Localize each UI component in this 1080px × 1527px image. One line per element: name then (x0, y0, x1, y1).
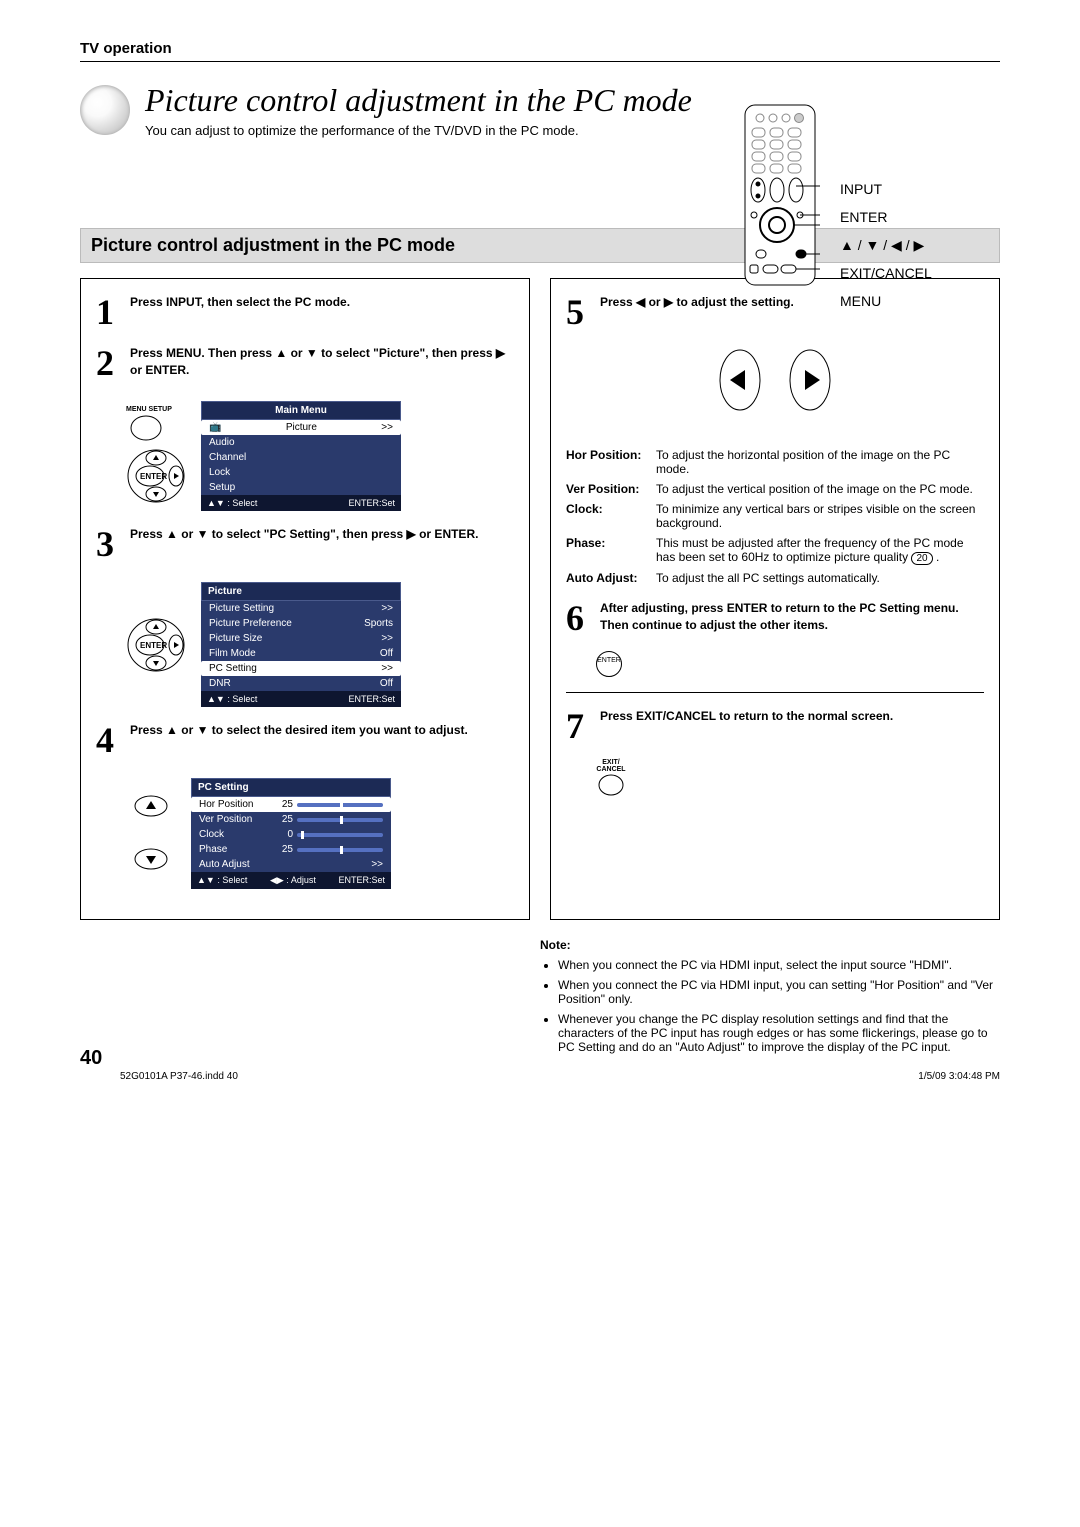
page-subtitle: You can adjust to optimize the performan… (145, 123, 692, 138)
step-2: Press MENU. Then press ▲ or ▼ to select … (130, 345, 514, 379)
def-phase-label: Phase: (566, 536, 656, 565)
remote-label-enter: ENTER (840, 203, 932, 231)
def-ver-label: Ver Position: (566, 482, 656, 496)
exit-cancel-label: EXIT/ CANCEL (596, 759, 626, 773)
note-1: When you connect the PC via HDMI input, … (558, 958, 1000, 972)
menu-item-lock: Lock (209, 467, 230, 478)
step-4: Press ▲ or ▼ to select the desired item … (130, 722, 514, 739)
picture-menu-osd: Picture Picture Setting>> Picture Prefer… (201, 582, 401, 707)
enter-label: ENTER (140, 641, 167, 650)
step-3: Press ▲ or ▼ to select "PC Setting", the… (130, 526, 514, 543)
exit-button-icon (596, 773, 626, 797)
def-clock-label: Clock: (566, 502, 656, 530)
step-1: Press INPUT, then select the PC mode. (130, 294, 514, 311)
left-right-buttons-icon (705, 345, 845, 415)
menu-item-channel: Channel (209, 452, 246, 463)
note-heading: Note: (540, 938, 1000, 952)
def-auto-text: To adjust the all PC settings automatica… (656, 571, 984, 585)
up-button-icon (126, 791, 176, 821)
step-6: After adjusting, press ENTER to return t… (600, 600, 984, 634)
remote-diagram: INPUT ENTER ▲ / ▼ / ◀ / ▶ EXIT/CANCEL ME… (740, 100, 1000, 293)
decorative-sphere (80, 85, 130, 135)
page-number: 40 (80, 1047, 102, 1070)
def-ver-text: To adjust the vertical position of the i… (656, 482, 984, 496)
def-clock-text: To minimize any vertical bars or stripes… (656, 502, 984, 530)
note-2: When you connect the PC via HDMI input, … (558, 978, 1000, 1006)
note-3: Whenever you change the PC display resol… (558, 1012, 1000, 1054)
footer-file: 52G0101A P37-46.indd 40 (120, 1071, 238, 1082)
menu-item-picture: Picture (286, 422, 317, 433)
def-auto-label: Auto Adjust: (566, 571, 656, 585)
def-phase-text: This must be adjusted after the frequenc… (656, 536, 984, 565)
def-hor-label: Hor Position: (566, 448, 656, 476)
def-hor-text: To adjust the horizontal position of the… (656, 448, 984, 476)
enter-label: ENTER (140, 472, 167, 481)
menu-setup-label: MENU SETUP (126, 406, 186, 413)
menu-item-audio: Audio (209, 437, 235, 448)
footer-timestamp: 1/5/09 3:04:48 PM (918, 1071, 1000, 1082)
page-title: Picture control adjustment in the PC mod… (145, 82, 692, 119)
main-menu-osd: Main Menu 📺Picture>> Audio Channel Lock … (201, 401, 401, 511)
menu-item-setup: Setup (209, 482, 235, 493)
enter-button-icon: ENTER (596, 651, 622, 677)
remote-label-arrows: ▲ / ▼ / ◀ / ▶ (840, 231, 932, 259)
menu-button-icon (126, 413, 166, 443)
remote-label-menu: MENU (840, 287, 932, 315)
step-7: Press EXIT/CANCEL to return to the norma… (600, 708, 984, 725)
down-button-icon (126, 844, 176, 874)
remote-label-exit: EXIT/CANCEL (840, 259, 932, 287)
main-menu-title: Main Menu (201, 401, 401, 420)
section-header: TV operation (80, 40, 1000, 62)
remote-label-input: INPUT (840, 175, 932, 203)
pc-setting-osd: PC Setting Hor Position25 Ver Position25… (191, 778, 391, 889)
